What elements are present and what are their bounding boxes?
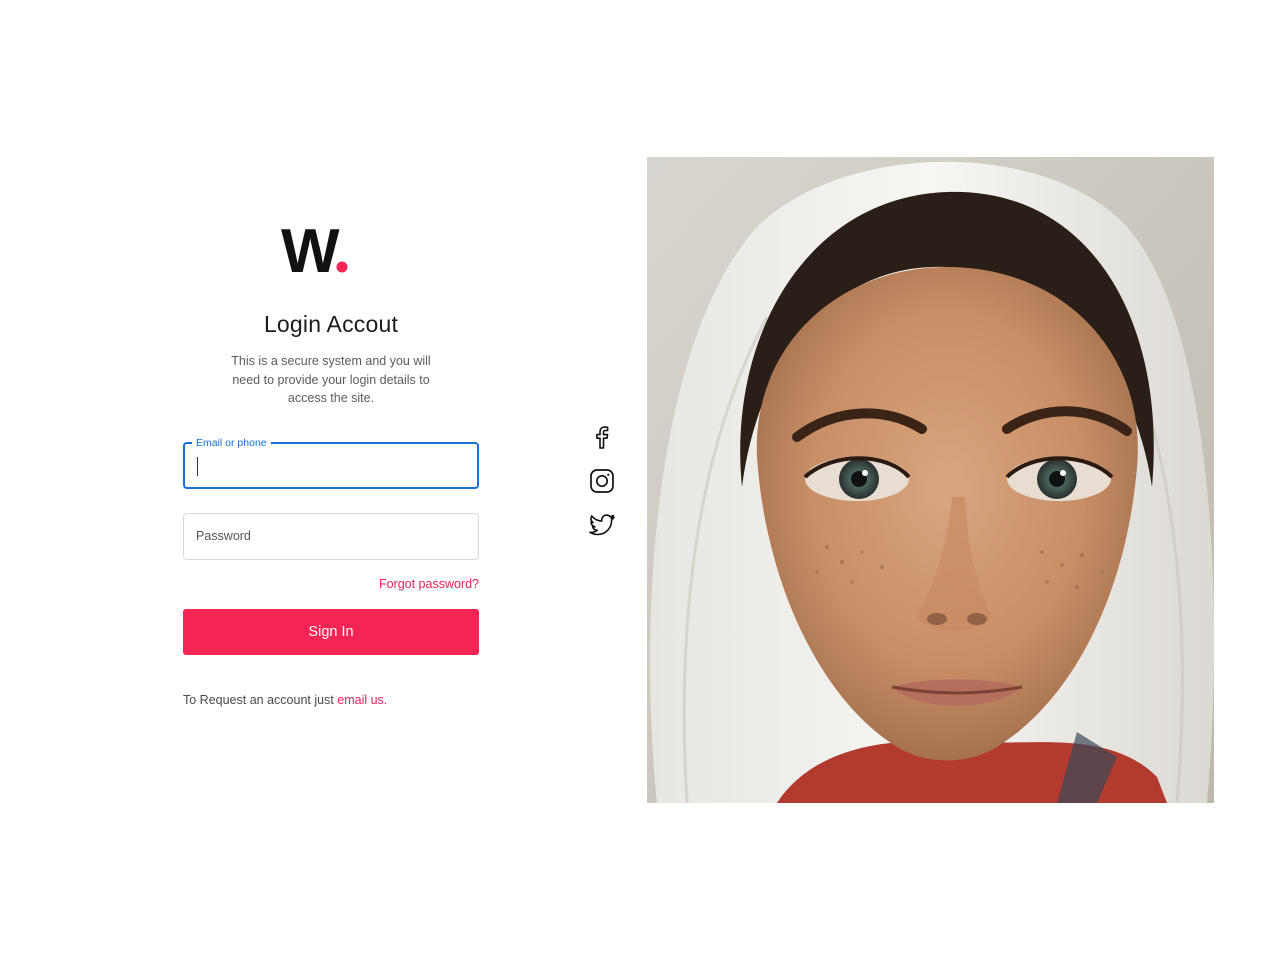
page-title: Login Accout	[263, 311, 399, 337]
instagram-icon	[590, 469, 614, 493]
login-panel: W Login Accout This is a secure system a…	[183, 222, 479, 707]
portrait-image	[647, 157, 1214, 803]
facebook-link[interactable]	[588, 423, 616, 451]
email-field[interactable]: Email or phone	[183, 435, 479, 489]
email-input[interactable]	[185, 443, 477, 487]
forgot-password-row: Forgot password?	[183, 577, 479, 591]
email-us-link[interactable]: email us.	[337, 693, 387, 707]
request-account-text: To Request an account just email us.	[183, 693, 479, 707]
password-input[interactable]	[184, 513, 478, 559]
login-page: W Login Accout This is a secure system a…	[0, 0, 1280, 960]
request-account-label: To Request an account just	[183, 692, 338, 707]
forgot-password-link[interactable]: Forgot password?	[379, 577, 479, 591]
instagram-link[interactable]	[588, 467, 616, 495]
twitter-link[interactable]	[588, 511, 616, 539]
facebook-icon	[596, 426, 609, 449]
login-description: This is a secure system and you will nee…	[231, 354, 431, 405]
portrait-photo	[647, 157, 1214, 803]
logo-dot	[336, 261, 348, 273]
logo-letter: W	[281, 222, 340, 278]
brand-logo: W	[281, 222, 348, 278]
twitter-icon	[589, 514, 615, 536]
password-field[interactable]	[183, 512, 479, 560]
social-links	[588, 423, 616, 555]
sign-in-button[interactable]: Sign In	[183, 608, 479, 655]
